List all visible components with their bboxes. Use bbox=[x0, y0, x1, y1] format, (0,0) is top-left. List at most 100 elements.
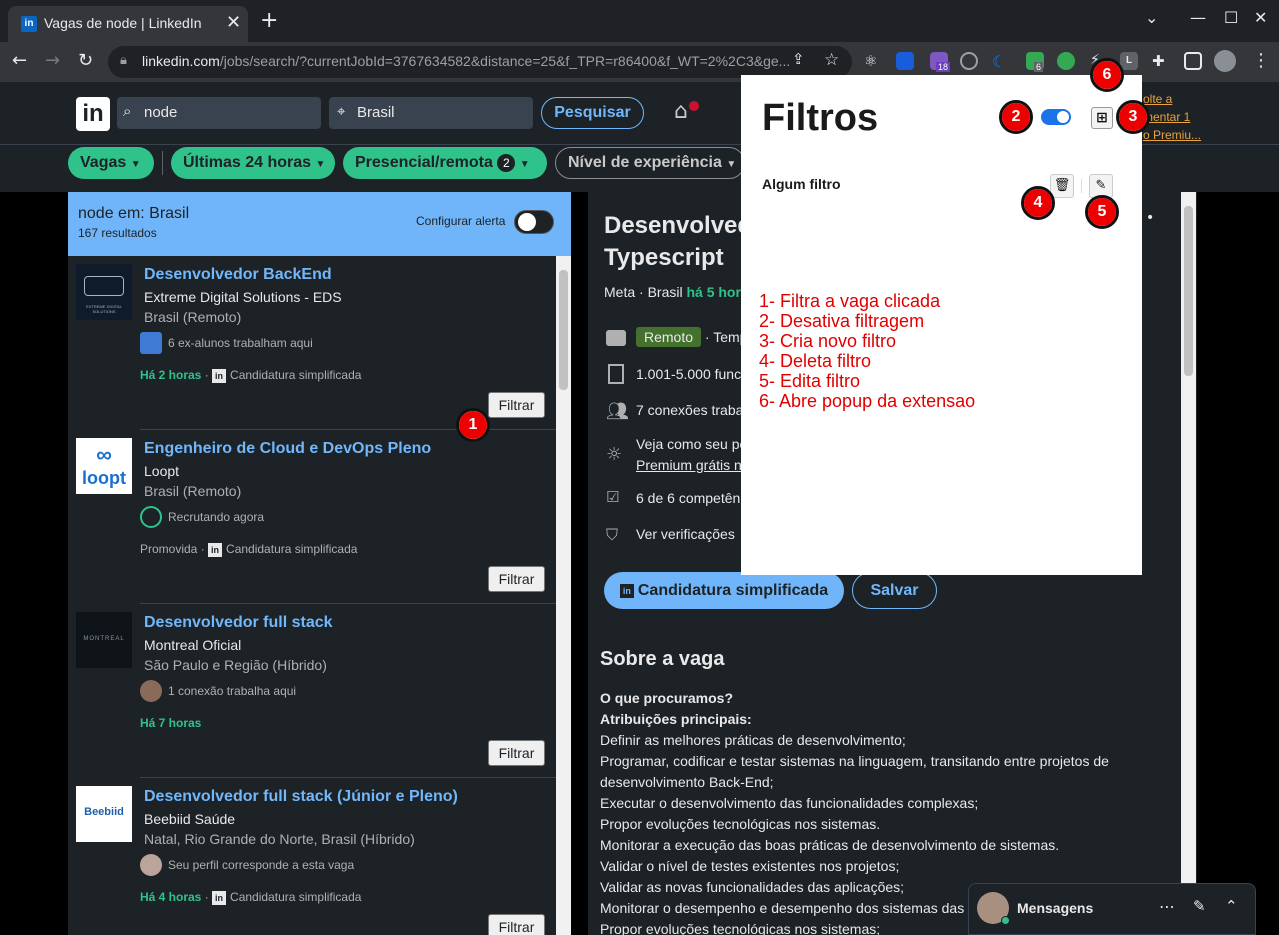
job-title-link[interactable]: Desenvolvedor BackEnd bbox=[144, 266, 332, 284]
about-title: Sobre a vaga bbox=[600, 648, 725, 670]
company-logo: EXTREME DIGITAL SOLUTIONS bbox=[76, 264, 132, 320]
filter-pill-last-24h[interactable]: Últimas 24 horas ▼ bbox=[171, 147, 335, 179]
list-scrollbar[interactable] bbox=[556, 256, 571, 935]
filter-count-badge: 2 bbox=[497, 153, 516, 172]
company-logo: MONTREAL bbox=[76, 612, 132, 668]
extension-popup: Filtros ⊞ Algum filtro 🗑︎ ✎ 1- Filtra a … bbox=[741, 75, 1142, 575]
search-title: node em: Brasil bbox=[78, 205, 190, 222]
chevron-up-icon[interactable]: ⌃ bbox=[1225, 897, 1238, 915]
connection-avatar bbox=[140, 680, 162, 702]
job-meta: Meta · Brasil há 5 hora bbox=[604, 284, 749, 300]
filter-job-button[interactable]: Filtrar bbox=[488, 566, 545, 592]
annotation-marker-1: 1 bbox=[456, 408, 490, 442]
messaging-label: Mensagens bbox=[1017, 900, 1094, 916]
new-tab-icon[interactable]: + bbox=[260, 8, 278, 33]
forward-icon[interactable]: → bbox=[45, 50, 60, 71]
back-icon[interactable]: ← bbox=[12, 50, 27, 71]
verifications-link[interactable]: Ver verificações bbox=[636, 526, 735, 542]
delete-filter-button[interactable]: 🗑︎ bbox=[1050, 174, 1074, 198]
list-item[interactable]: Beebiid Desenvolvedor full stack (Júnior… bbox=[68, 778, 556, 935]
add-filter-button[interactable]: ⊞ bbox=[1091, 107, 1113, 129]
caret-down-icon: ▼ bbox=[726, 159, 737, 170]
job-location: Brasil (Remoto) bbox=[144, 483, 242, 499]
shield-extension-icon[interactable]: 6 bbox=[1026, 52, 1044, 72]
annotation-note: 4- Deleta filtro bbox=[759, 351, 872, 371]
dark-mode-moon-icon[interactable]: ☾ bbox=[992, 52, 1010, 71]
tab-search-icon[interactable]: ⌄ bbox=[1145, 8, 1158, 27]
search-button[interactable]: Pesquisar bbox=[541, 97, 644, 129]
company-name: Beebiid Saúde bbox=[144, 811, 236, 827]
compose-icon[interactable]: ✎ bbox=[1193, 897, 1206, 915]
alert-toggle[interactable] bbox=[514, 210, 554, 234]
more-dots-icon[interactable]: • bbox=[1146, 210, 1154, 226]
filter-job-button[interactable]: Filtrar bbox=[488, 914, 545, 935]
easy-apply-button[interactable]: in Candidatura simplificada bbox=[604, 572, 844, 609]
online-status-dot bbox=[1001, 916, 1010, 925]
browser-menu-icon[interactable]: ⋮ bbox=[1252, 50, 1270, 71]
premium-link[interactable]: Premium grátis n bbox=[636, 457, 742, 473]
react-devtools-icon[interactable]: ⚛ bbox=[864, 52, 882, 70]
annotation-note: 5- Edita filtro bbox=[759, 371, 861, 391]
job-title-link[interactable]: Desenvolvedor full stack bbox=[144, 614, 333, 632]
detail-scrollbar[interactable] bbox=[1181, 192, 1196, 935]
close-tab-icon[interactable]: ✕ bbox=[226, 12, 241, 33]
job-location: Brasil (Remoto) bbox=[144, 309, 242, 325]
minimize-icon[interactable]: — bbox=[1190, 8, 1206, 27]
skills-match: 6 de 6 competên bbox=[636, 490, 741, 506]
list-item[interactable]: EXTREME DIGITAL SOLUTIONS Desenvolvedor … bbox=[68, 256, 556, 430]
plus-square-icon: ⊞ bbox=[1096, 110, 1108, 126]
extension-purple-icon[interactable]: 18 bbox=[930, 52, 951, 72]
recruiting-target-icon bbox=[140, 506, 162, 528]
address-bar[interactable]: 🔒︎ linkedin.com/jobs/search/?currentJobI… bbox=[108, 46, 852, 78]
annotation-note: 3- Cria novo filtro bbox=[759, 331, 897, 351]
list-item[interactable]: ∞ loopt Engenheiro de Cloud e DevOps Ple… bbox=[68, 430, 556, 604]
save-button[interactable]: Salvar bbox=[852, 572, 937, 609]
job-title: Desenvolved bbox=[604, 212, 753, 239]
caret-down-icon: ▼ bbox=[519, 159, 530, 170]
location-search-input[interactable]: ⌖ Brasil bbox=[329, 97, 533, 129]
close-window-icon[interactable]: ✕ bbox=[1254, 8, 1267, 27]
filter-pill-experience[interactable]: Nível de experiência ▼ bbox=[555, 147, 745, 179]
more-options-icon[interactable]: ⋯ bbox=[1159, 897, 1175, 916]
list-item[interactable]: MONTREAL Desenvolvedor full stack Montre… bbox=[68, 604, 556, 778]
filter-name: Algum filtro bbox=[762, 176, 841, 192]
notification-dot bbox=[687, 99, 701, 113]
job-title-link[interactable]: Engenheiro de Cloud e DevOps Pleno bbox=[144, 440, 431, 458]
job-insight: Seu perfil corresponde a esta vaga bbox=[168, 858, 355, 872]
keyword-search-input[interactable]: ⌕ node bbox=[117, 97, 321, 129]
bookmark-star-icon[interactable]: ☆ bbox=[824, 50, 839, 70]
job-title-line2: Typescript bbox=[604, 244, 724, 271]
connections-info: 7 conexões traba bbox=[636, 402, 744, 418]
premium-promo-link[interactable]: olte a mentar 1 o Premiu... bbox=[1143, 90, 1201, 144]
reload-icon[interactable]: ↻ bbox=[78, 50, 93, 71]
messaging-bar[interactable]: Mensagens ⋯ ✎ ⌃ bbox=[968, 883, 1256, 935]
bitwarden-icon[interactable] bbox=[896, 52, 914, 70]
filter-job-button[interactable]: Filtrar bbox=[488, 740, 545, 766]
filter-extension-icon[interactable]: L bbox=[1120, 52, 1138, 70]
list-header: node em: Brasil 167 resultados Configura… bbox=[68, 192, 571, 256]
side-panel-icon[interactable] bbox=[1184, 52, 1202, 70]
job-footer: Há 7 horas bbox=[140, 716, 202, 730]
maximize-icon[interactable]: ☐ bbox=[1224, 8, 1238, 27]
linkedin-logo[interactable]: in bbox=[76, 97, 110, 131]
job-footer: Há 4 horas · in Candidatura simplificada bbox=[140, 890, 362, 905]
job-insight: 6 ex-alunos trabalham aqui bbox=[168, 336, 313, 350]
pencil-icon: ✎ bbox=[1095, 178, 1107, 193]
description-line: Executar o desenvolvimento das funcional… bbox=[600, 795, 979, 811]
target-extension-icon[interactable] bbox=[960, 52, 978, 70]
browser-tab[interactable]: in Vagas de node | LinkedIn ✕ bbox=[8, 6, 248, 42]
filtering-toggle[interactable] bbox=[1041, 109, 1071, 125]
annotation-note: 2- Desativa filtragem bbox=[759, 311, 925, 331]
company-name: Extreme Digital Solutions - EDS bbox=[144, 289, 342, 305]
job-title-link[interactable]: Desenvolvedor full stack (Júnior e Pleno… bbox=[144, 788, 458, 806]
share-icon[interactable]: ⇪ bbox=[792, 50, 805, 68]
company-name: Montreal Oficial bbox=[144, 637, 242, 653]
dollar-extension-icon[interactable] bbox=[1057, 52, 1075, 70]
company-name: Loopt bbox=[144, 463, 180, 479]
extensions-puzzle-icon[interactable]: ✚ bbox=[1152, 52, 1170, 70]
filter-pill-workplace[interactable]: Presencial/remota 2 ▼ bbox=[343, 147, 547, 179]
profile-avatar[interactable] bbox=[1214, 50, 1236, 72]
caret-down-icon: ▼ bbox=[315, 159, 326, 170]
filter-job-button[interactable]: Filtrar bbox=[488, 392, 545, 418]
filter-pill-vagas[interactable]: Vagas ▼ bbox=[68, 147, 154, 179]
